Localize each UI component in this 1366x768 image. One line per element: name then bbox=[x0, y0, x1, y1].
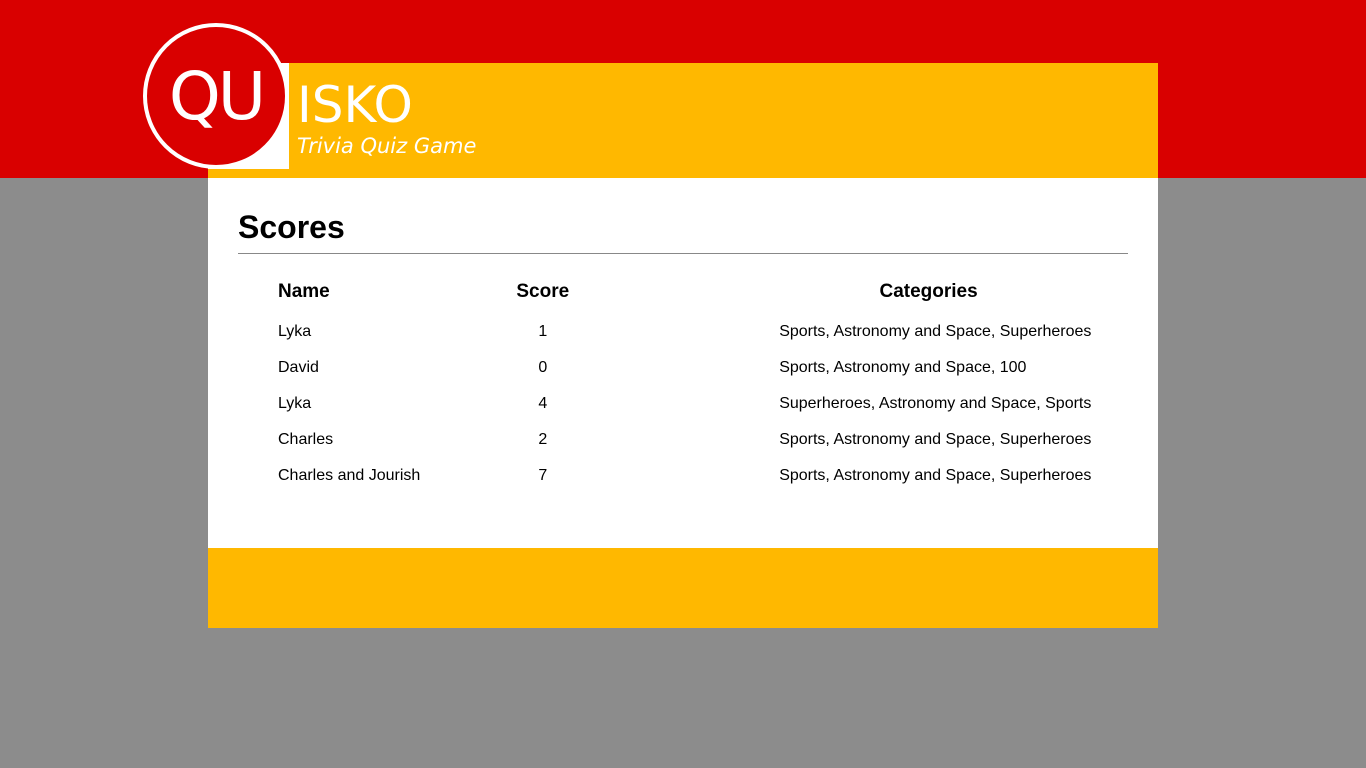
row-categories: Sports, Astronomy and Space, Superheroes bbox=[779, 323, 1092, 340]
main-content: Scores Name Score Categories Lyka 1 Spor… bbox=[208, 178, 1158, 548]
row-score: 0 bbox=[538, 359, 548, 376]
row-name: Charles and Jourish bbox=[278, 467, 421, 484]
table-row: Lyka 1 Sports, Astronomy and Space, Supe… bbox=[268, 314, 1158, 350]
row-name: Charles bbox=[278, 431, 334, 448]
header-name: Name bbox=[278, 281, 330, 302]
row-categories: Sports, Astronomy and Space, Superheroes bbox=[779, 431, 1092, 448]
row-score: 2 bbox=[538, 431, 548, 448]
scores-table: Name Score Categories Lyka 1 Sports, Ast… bbox=[268, 270, 1158, 494]
row-name: Lyka bbox=[278, 323, 312, 340]
brand-tagline: Trivia Quiz Game bbox=[297, 134, 477, 158]
logo-text: QU bbox=[168, 58, 266, 135]
header-score: Score bbox=[516, 281, 570, 302]
footer-bar bbox=[208, 548, 1158, 628]
row-name: David bbox=[278, 359, 319, 376]
row-categories: Sports, Astronomy and Space, Superheroes bbox=[779, 467, 1092, 484]
divider bbox=[238, 253, 1128, 254]
logo[interactable]: QU bbox=[143, 23, 289, 169]
table-header-row: Name Score Categories bbox=[268, 270, 1158, 314]
table-row: Charles 2 Sports, Astronomy and Space, S… bbox=[268, 422, 1158, 458]
row-categories: Superheroes, Astronomy and Space, Sports bbox=[779, 395, 1092, 412]
row-score: 1 bbox=[538, 323, 548, 340]
row-score: 7 bbox=[538, 467, 548, 484]
table-row: Lyka 4 Superheroes, Astronomy and Space,… bbox=[268, 386, 1158, 422]
table-row: David 0 Sports, Astronomy and Space, 100 bbox=[268, 350, 1158, 386]
brand-name: ISKO bbox=[297, 76, 413, 134]
page-title: Scores bbox=[238, 209, 345, 245]
header-categories: Categories bbox=[879, 281, 978, 302]
row-name: Lyka bbox=[278, 395, 312, 412]
row-categories: Sports, Astronomy and Space, 100 bbox=[779, 359, 1027, 376]
table-row: Charles and Jourish 7 Sports, Astronomy … bbox=[268, 458, 1158, 494]
row-score: 4 bbox=[538, 395, 548, 412]
